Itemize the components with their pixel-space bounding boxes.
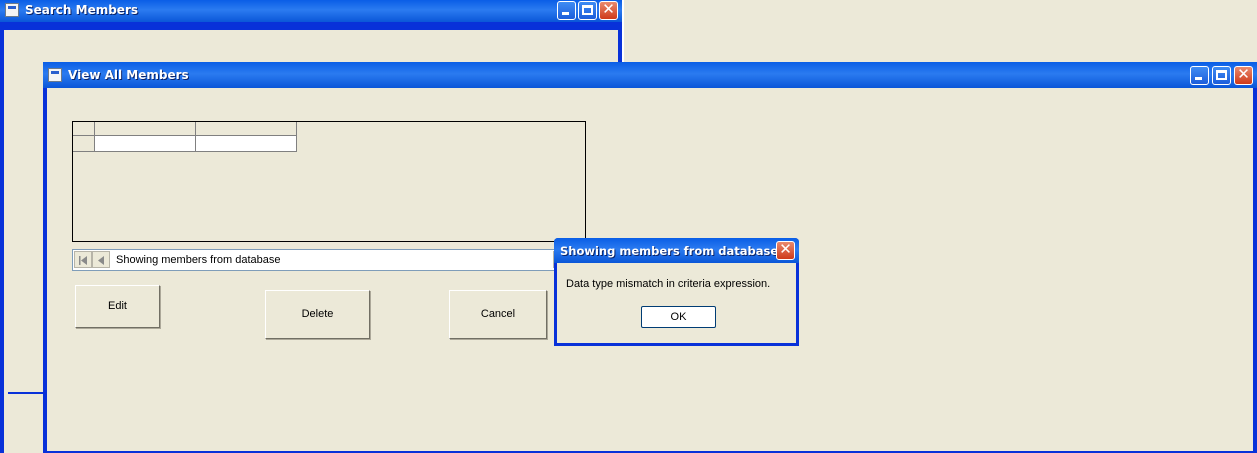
minimize-icon bbox=[562, 12, 569, 15]
view-all-members-titlebar[interactable]: View All Members ✕ bbox=[43, 62, 1257, 88]
minimize-button[interactable] bbox=[557, 1, 576, 20]
grid-cell[interactable] bbox=[95, 136, 196, 152]
ok-button[interactable]: OK bbox=[641, 306, 716, 328]
app-window-icon bbox=[5, 3, 19, 17]
members-grid[interactable] bbox=[72, 121, 586, 242]
edit-button[interactable]: Edit bbox=[75, 285, 160, 328]
cancel-button[interactable]: Cancel bbox=[449, 290, 547, 339]
prev-record-button[interactable] bbox=[92, 251, 110, 268]
prev-record-icon bbox=[98, 255, 105, 265]
message-box-title: Showing members from database bbox=[560, 244, 779, 258]
message-box-titlebar[interactable]: Showing members from database ✕ bbox=[554, 238, 799, 263]
grid-row-selector[interactable] bbox=[73, 136, 95, 152]
maximize-button[interactable] bbox=[1212, 66, 1231, 85]
maximize-icon bbox=[1216, 70, 1227, 80]
close-icon: ✕ bbox=[602, 0, 615, 18]
close-icon: ✕ bbox=[779, 240, 792, 258]
app-window-icon bbox=[48, 68, 62, 82]
cancel-button-label: Cancel bbox=[480, 308, 516, 320]
minimize-icon bbox=[1195, 77, 1202, 80]
ok-button-label: OK bbox=[670, 311, 687, 323]
grid-corner-cell bbox=[73, 122, 95, 136]
grid-cell[interactable] bbox=[196, 136, 297, 152]
grid-column-header[interactable] bbox=[95, 122, 196, 136]
grid-column-header[interactable] bbox=[196, 122, 297, 136]
close-button[interactable]: ✕ bbox=[599, 0, 618, 20]
minimize-button[interactable] bbox=[1190, 66, 1209, 85]
window-title: View All Members bbox=[68, 68, 189, 82]
search-members-separator bbox=[8, 392, 48, 394]
close-button[interactable]: ✕ bbox=[1234, 65, 1253, 85]
first-record-button[interactable] bbox=[74, 251, 92, 268]
data-control-caption: Showing members from database bbox=[116, 254, 281, 266]
delete-button[interactable]: Delete bbox=[265, 290, 370, 339]
maximize-button[interactable] bbox=[578, 1, 597, 20]
close-icon: ✕ bbox=[1237, 65, 1250, 83]
delete-button-label: Delete bbox=[301, 308, 334, 320]
first-record-icon bbox=[79, 255, 88, 265]
data-control-bar[interactable]: Showing members from database bbox=[72, 249, 564, 271]
edit-button-label: Edit bbox=[108, 300, 127, 312]
search-members-titlebar[interactable]: Search Members ✕ bbox=[0, 0, 622, 22]
message-box-client: Data type mismatch in criteria expressio… bbox=[557, 263, 796, 343]
background-area bbox=[624, 0, 1257, 62]
message-text: Data type mismatch in criteria expressio… bbox=[566, 278, 771, 290]
close-button[interactable]: ✕ bbox=[776, 240, 795, 260]
maximize-icon bbox=[582, 5, 593, 15]
window-title: Search Members bbox=[25, 3, 139, 17]
message-box: Showing members from database ✕ Data typ… bbox=[554, 238, 799, 346]
